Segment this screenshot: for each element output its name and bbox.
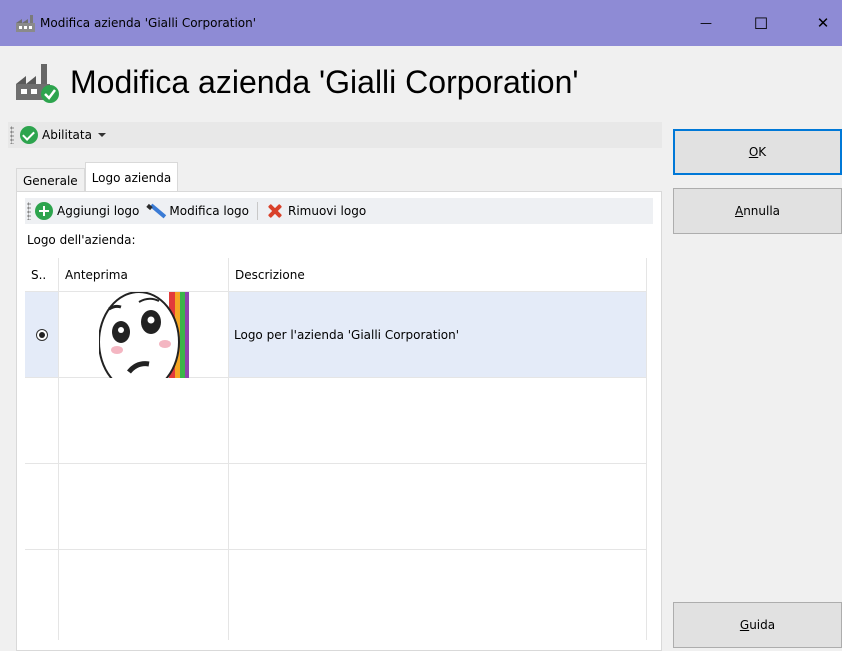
table-row-empty (25, 550, 647, 640)
factory-edit-icon (14, 60, 62, 104)
ok-label: K (758, 145, 767, 159)
chevron-down-icon[interactable] (97, 133, 106, 137)
remove-logo-button[interactable]: Rimuovi logo (262, 200, 370, 222)
logo-grid: S.. Anteprima Descrizione Logo per l'azi… (25, 258, 647, 642)
add-circle-icon (35, 202, 53, 220)
empty-cell (25, 378, 59, 463)
ok-accel: O (748, 145, 759, 159)
table-row-empty (25, 464, 647, 550)
add-logo-label: Aggiungi logo (57, 204, 140, 218)
cancel-label: nnulla (743, 204, 781, 218)
empty-cell (229, 550, 647, 640)
minimize-button[interactable]: — (683, 0, 729, 46)
empty-cell (25, 464, 59, 549)
toolbar-grip[interactable] (10, 126, 14, 144)
window-titlebar[interactable]: Modifica azienda 'Gialli Corporation' — … (0, 0, 842, 46)
close-button[interactable]: ✕ (800, 0, 842, 46)
status-dropdown-label[interactable]: Abilitata (42, 128, 92, 142)
table-row[interactable]: Logo per l'azienda 'Gialli Corporation' (25, 291, 647, 378)
cancel-accel: A (734, 204, 744, 218)
logo-section-label: Logo dell'azienda: (27, 233, 136, 247)
edit-logo-button[interactable]: Modifica logo (143, 200, 253, 222)
grid-header: S.. Anteprima Descrizione (25, 258, 647, 292)
empty-cell (25, 550, 59, 640)
row-radio-button[interactable] (35, 328, 48, 341)
tab-logo-azienda[interactable]: Logo azienda (84, 162, 179, 192)
status-toolbar: Abilitata (8, 122, 662, 148)
factory-icon (14, 11, 38, 35)
empty-cell (59, 550, 229, 640)
tab-strip: Generale Logo azienda (16, 162, 179, 192)
help-label: uida (749, 618, 776, 632)
column-header-select[interactable]: S.. (25, 258, 59, 291)
delete-icon (266, 202, 284, 220)
cancel-button[interactable]: Annulla (673, 188, 842, 234)
window-title: Modifica azienda 'Gialli Corporation' (40, 16, 257, 30)
edit-logo-label: Modifica logo (169, 204, 249, 218)
column-header-preview[interactable]: Anteprima (59, 258, 229, 291)
close-icon: ✕ (816, 14, 830, 32)
remove-logo-label: Rimuovi logo (288, 204, 367, 218)
add-logo-button[interactable]: Aggiungi logo (31, 200, 143, 222)
empty-cell (59, 378, 229, 463)
pencil-icon (147, 202, 165, 220)
minimize-icon: — (700, 16, 712, 30)
ok-button[interactable]: OK (673, 129, 842, 175)
tab-panel-logo: Aggiungi logo Modifica logo Rimuovi logo… (16, 191, 662, 651)
logo-preview-cell (59, 291, 229, 378)
dialog-header: Modifica azienda 'Gialli Corporation' (0, 46, 842, 118)
check-circle-icon (20, 126, 38, 144)
empty-cell (229, 378, 647, 463)
help-accel: G (739, 618, 750, 632)
empty-cell (229, 464, 647, 549)
maximize-icon: ☐ (753, 13, 769, 33)
table-row-empty (25, 378, 647, 464)
toolbar-separator (257, 202, 258, 220)
row-select-cell[interactable] (25, 292, 59, 377)
logo-toolbar: Aggiungi logo Modifica logo Rimuovi logo (25, 198, 653, 224)
help-button[interactable]: Guida (673, 602, 842, 648)
maximize-button[interactable]: ☐ (738, 0, 784, 46)
logo-description-cell: Logo per l'azienda 'Gialli Corporation' (229, 292, 647, 377)
empty-cell (59, 464, 229, 549)
column-header-description[interactable]: Descrizione (229, 258, 647, 291)
logo-preview-image (98, 291, 189, 378)
dialog-title: Modifica azienda 'Gialli Corporation' (70, 63, 579, 100)
tab-generale[interactable]: Generale (16, 168, 85, 192)
